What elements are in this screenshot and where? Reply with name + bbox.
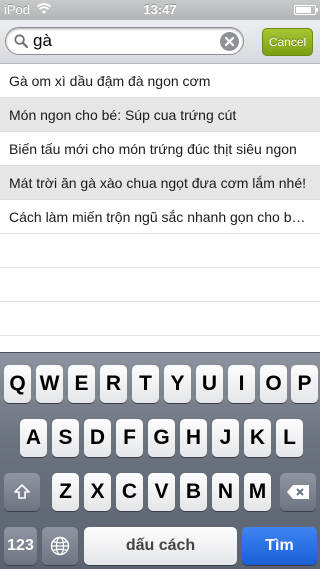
keyboard: Q W E R T Y U I O P A S D F G H J K L Z … (0, 352, 320, 569)
key-y[interactable]: Y (164, 365, 191, 403)
search-icon (14, 34, 28, 48)
search-field[interactable] (5, 27, 244, 55)
list-item[interactable]: Gà om xì dầu đậm đà ngon cơm (0, 64, 320, 98)
list-item[interactable]: Món ngon cho bé: Súp cua trứng cút (0, 98, 320, 132)
key-s[interactable]: S (52, 419, 79, 457)
key-n[interactable]: N (212, 473, 239, 511)
cancel-button[interactable]: Cancel (262, 28, 313, 56)
empty-row (0, 268, 320, 302)
search-go-key[interactable]: Tìm (242, 527, 317, 565)
key-f[interactable]: F (116, 419, 143, 457)
numbers-key[interactable]: 123 (4, 527, 37, 565)
space-key[interactable]: dấu cách (84, 527, 237, 565)
empty-row (0, 302, 320, 336)
search-results-list: Gà om xì dầu đậm đà ngon cơm Món ngon ch… (0, 64, 320, 354)
key-w[interactable]: W (36, 365, 63, 403)
shift-icon (14, 484, 30, 499)
key-o[interactable]: O (260, 365, 287, 403)
list-item[interactable]: Cách làm miến trộn ngũ sắc nhanh gọn cho… (0, 200, 320, 234)
key-g[interactable]: G (148, 419, 175, 457)
key-v[interactable]: V (148, 473, 175, 511)
key-p[interactable]: P (291, 365, 318, 403)
globe-icon (50, 536, 70, 556)
list-item[interactable]: Mát trời ăn gà xào chua ngọt đưa cơm lắm… (0, 166, 320, 200)
delete-key[interactable] (280, 473, 316, 511)
key-t[interactable]: T (132, 365, 159, 403)
key-i[interactable]: I (228, 365, 255, 403)
clear-icon[interactable] (220, 32, 239, 51)
key-e[interactable]: E (68, 365, 95, 403)
battery-icon (294, 5, 318, 15)
key-r[interactable]: R (100, 365, 127, 403)
shift-key[interactable] (4, 473, 40, 511)
delete-icon (287, 485, 309, 499)
key-x[interactable]: X (84, 473, 111, 511)
key-m[interactable]: M (244, 473, 271, 511)
key-j[interactable]: J (212, 419, 239, 457)
empty-row (0, 234, 320, 268)
key-u[interactable]: U (196, 365, 223, 403)
key-c[interactable]: C (116, 473, 143, 511)
globe-key[interactable] (42, 527, 78, 565)
key-h[interactable]: H (180, 419, 207, 457)
key-b[interactable]: B (180, 473, 207, 511)
search-input[interactable] (33, 31, 213, 51)
clock: 13:47 (143, 2, 177, 17)
key-q[interactable]: Q (4, 365, 31, 403)
status-bar: iPod 13:47 (0, 0, 320, 20)
key-l[interactable]: L (276, 419, 303, 457)
key-a[interactable]: A (20, 419, 47, 457)
list-item[interactable]: Biến tấu mới cho món trứng đúc thịt siêu… (0, 132, 320, 166)
search-bar: Cancel (0, 20, 320, 64)
key-z[interactable]: Z (52, 473, 79, 511)
key-k[interactable]: K (244, 419, 271, 457)
key-d[interactable]: D (84, 419, 111, 457)
